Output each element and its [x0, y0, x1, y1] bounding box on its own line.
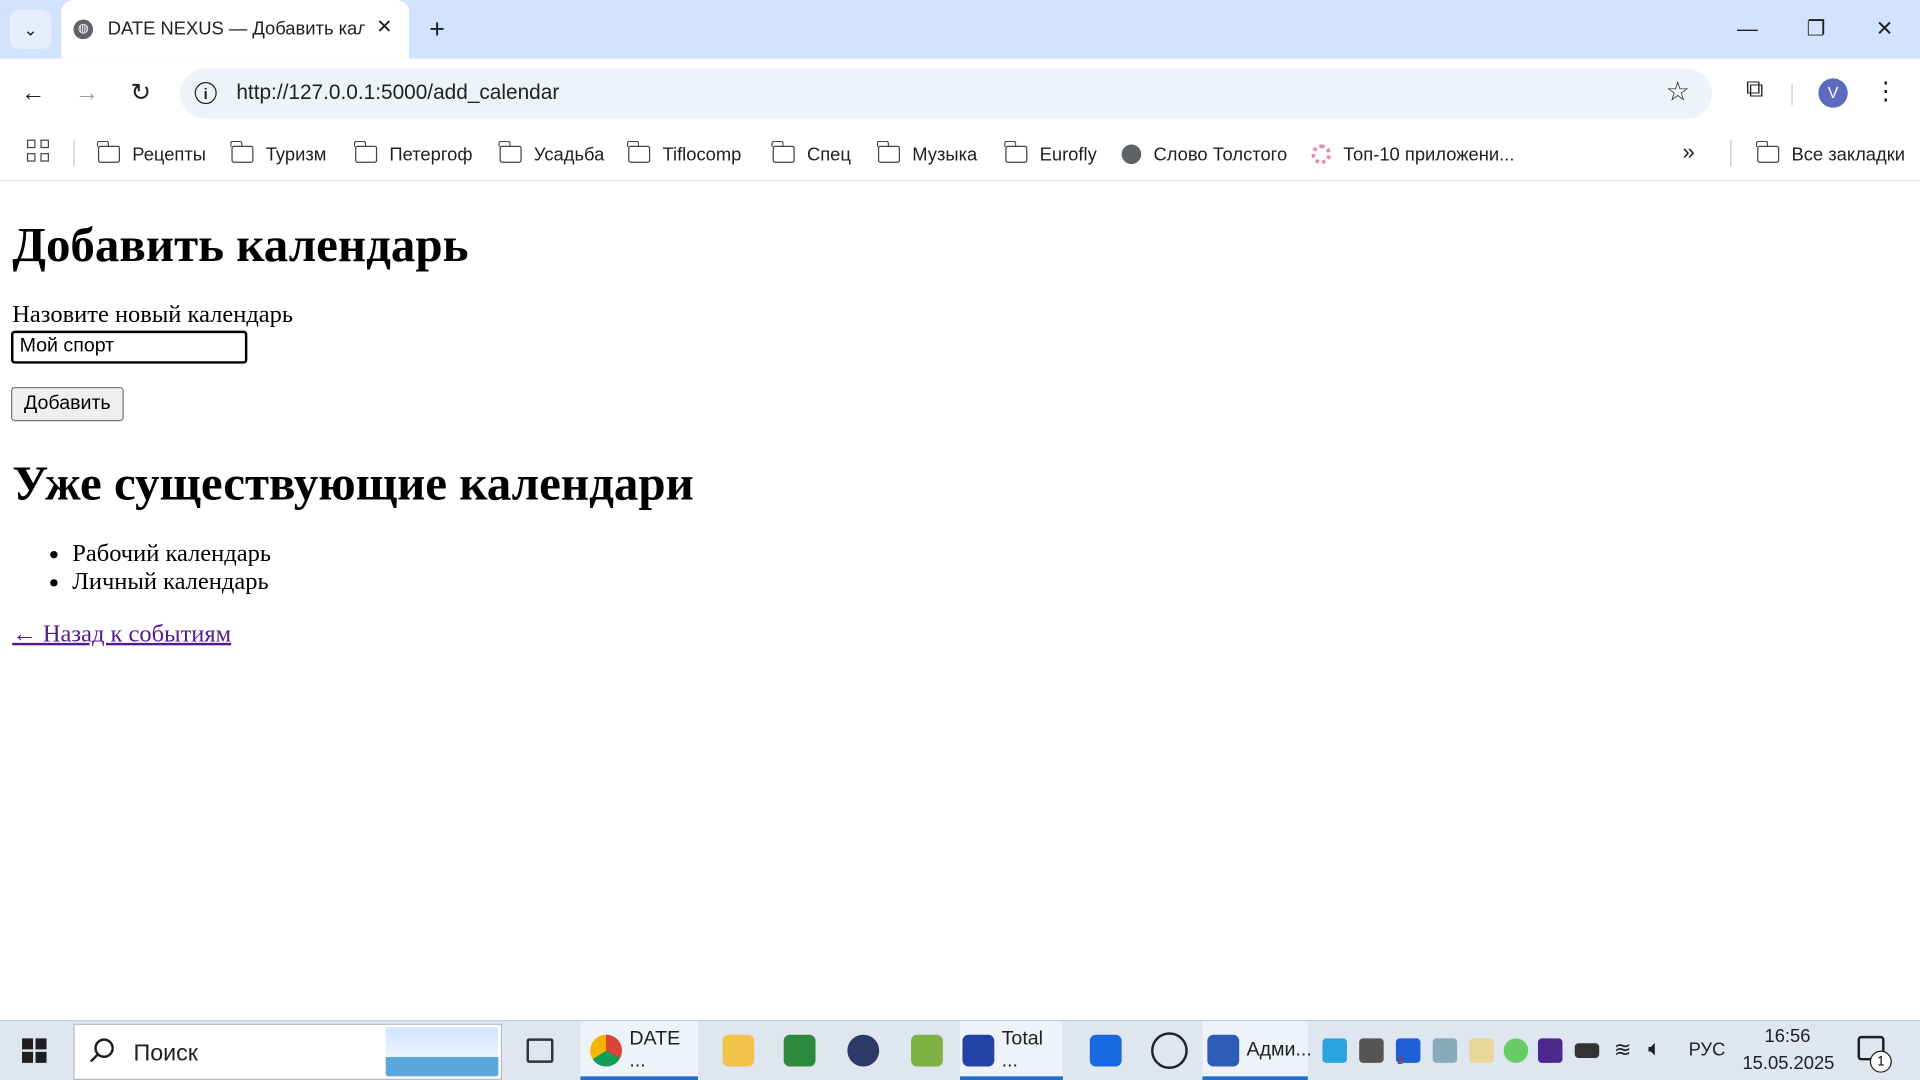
- folder-icon: [354, 140, 378, 163]
- flower-icon: [1311, 144, 1332, 165]
- folder-icon: [1756, 140, 1780, 163]
- existing-calendars-title: Уже существующие календари: [12, 455, 694, 511]
- bookmark-item[interactable]: Петергоф: [354, 137, 472, 171]
- calendar-list: Рабочий календарь Личный календарь: [49, 540, 271, 596]
- profile-avatar[interactable]: V: [1818, 78, 1848, 108]
- wifi-icon[interactable]: ≋: [1614, 1038, 1631, 1062]
- notes-icon[interactable]: [1469, 1038, 1494, 1063]
- tray-app-icon[interactable]: [1503, 1038, 1529, 1063]
- search-highlight-image: [385, 1027, 499, 1077]
- bookmarks-bar: Рецепты Туризм Петергоф Усадьба Tiflocom…: [0, 127, 1920, 182]
- plant-app-icon[interactable]: [899, 1021, 953, 1080]
- globe-icon: ◍: [73, 19, 94, 40]
- chevron-double-right-icon[interactable]: »: [1682, 140, 1694, 166]
- battery-icon[interactable]: [1574, 1043, 1600, 1058]
- taskbar-search[interactable]: Поиск: [73, 1023, 503, 1080]
- clock-date[interactable]: 15.05.2025: [1742, 1053, 1834, 1074]
- chrome-icon: [590, 1034, 623, 1067]
- search-label: Поиск: [133, 1040, 198, 1067]
- windows-start-icon[interactable]: [22, 1038, 47, 1063]
- bookmark-item[interactable]: Рецепты: [97, 137, 206, 171]
- search-icon: [94, 1038, 114, 1058]
- notification-count-badge: 1: [1869, 1050, 1892, 1073]
- minimize-icon[interactable]: —: [1729, 12, 1766, 46]
- tray-app-icon[interactable]: [1359, 1038, 1384, 1063]
- bookmark-item[interactable]: Топ-10 приложени...: [1311, 137, 1514, 171]
- new-tab-plus-icon[interactable]: +: [421, 14, 453, 47]
- back-to-events-link[interactable]: ← Назад к событиям: [12, 621, 231, 649]
- taskbar-app-powershell[interactable]: Адми...: [1202, 1021, 1312, 1080]
- calendar-name-input[interactable]: Мой спорт: [11, 330, 248, 364]
- clock-time[interactable]: 16:56: [1765, 1026, 1811, 1047]
- globe-icon: [1121, 144, 1142, 165]
- url-text[interactable]: http://127.0.0.1:5000/add_calendar: [236, 81, 559, 105]
- page-content: Добавить календарь Назовите новый календ…: [0, 181, 1920, 1021]
- bookmark-item[interactable]: Музыка: [877, 137, 977, 171]
- floppy-icon: [962, 1034, 995, 1067]
- site-info-icon[interactable]: i: [194, 82, 217, 105]
- close-window-icon[interactable]: ✕: [1866, 12, 1903, 46]
- taskbar-app-total-commander[interactable]: Total ...: [960, 1021, 1063, 1080]
- bookmark-item[interactable]: Eurofly: [1004, 137, 1097, 171]
- settings-app-icon[interactable]: [1078, 1021, 1132, 1080]
- toolbar-divider: [1791, 83, 1793, 106]
- folder-icon: [97, 140, 121, 163]
- tray-app-icon[interactable]: [1432, 1038, 1458, 1063]
- bookmark-item[interactable]: Tiflocomp: [627, 137, 741, 171]
- bookmark-item[interactable]: Спец: [771, 137, 851, 171]
- powershell-icon: [1207, 1034, 1240, 1067]
- folder-icon: [498, 140, 522, 163]
- reload-icon[interactable]: ↻: [124, 76, 158, 110]
- volume-icon[interactable]: 🔈︎: [1648, 1036, 1661, 1062]
- list-item: Рабочий календарь: [72, 540, 271, 568]
- bookmark-item[interactable]: Туризм: [230, 137, 326, 171]
- folder-icon: [1004, 140, 1028, 163]
- all-bookmarks[interactable]: Все закладки: [1756, 137, 1905, 171]
- list-item: Личный календарь: [72, 568, 271, 596]
- taskbar: Поиск DATE ... Total ... Адми... 2 ≋ 🔈︎ …: [0, 1020, 1920, 1080]
- extensions-puzzle-icon[interactable]: ⧉: [1739, 76, 1771, 108]
- forward-arrow-icon[interactable]: →: [70, 76, 104, 110]
- tab-title: DATE NEXUS — Добавить календарь: [107, 18, 365, 40]
- apps-grid-icon[interactable]: [26, 139, 51, 164]
- bookmarks-divider: [1730, 139, 1732, 167]
- tab-close-icon[interactable]: ✕: [372, 16, 396, 40]
- dropbox-badge: 2: [1397, 1054, 1404, 1067]
- tab-strip: ⌄ ◍ DATE NEXUS — Добавить календарь ✕ + …: [0, 0, 1920, 59]
- bookmark-item[interactable]: Слово Толстого: [1121, 137, 1287, 171]
- bookmark-star-icon[interactable]: ☆: [1666, 76, 1690, 108]
- lock-app-icon[interactable]: [835, 1021, 889, 1080]
- bookmark-item[interactable]: Усадьба: [498, 137, 604, 171]
- back-arrow-icon[interactable]: ←: [16, 76, 50, 110]
- tab-search-chevron-icon[interactable]: ⌄: [9, 9, 52, 49]
- folder-icon: [627, 140, 651, 163]
- chatgpt-icon[interactable]: [1139, 1021, 1193, 1080]
- address-bar[interactable]: i http://127.0.0.1:5000/add_calendar ☆: [180, 68, 1712, 119]
- file-explorer-icon[interactable]: [710, 1021, 764, 1080]
- page-title: Добавить календарь: [12, 216, 469, 272]
- language-indicator[interactable]: РУС: [1689, 1040, 1726, 1061]
- taskbar-app-chrome[interactable]: DATE ...: [580, 1021, 698, 1080]
- add-button[interactable]: Добавить: [11, 386, 124, 422]
- notebook-app-icon[interactable]: [771, 1021, 825, 1080]
- telegram-icon[interactable]: [1322, 1038, 1347, 1063]
- onenote-icon[interactable]: [1537, 1038, 1563, 1063]
- restore-icon[interactable]: ❐: [1798, 12, 1835, 46]
- kebab-menu-icon[interactable]: ⋮: [1873, 76, 1897, 108]
- folder-icon: [230, 140, 254, 163]
- browser-toolbar: ← → ↻ i http://127.0.0.1:5000/add_calend…: [0, 58, 1920, 128]
- calendar-name-label: Назовите новый календарь: [12, 301, 294, 329]
- bookmarks-divider: [73, 139, 75, 167]
- folder-icon: [771, 140, 795, 163]
- active-tab[interactable]: ◍ DATE NEXUS — Добавить календарь ✕: [61, 0, 409, 59]
- task-view-icon[interactable]: [514, 1021, 568, 1080]
- folder-icon: [877, 140, 901, 163]
